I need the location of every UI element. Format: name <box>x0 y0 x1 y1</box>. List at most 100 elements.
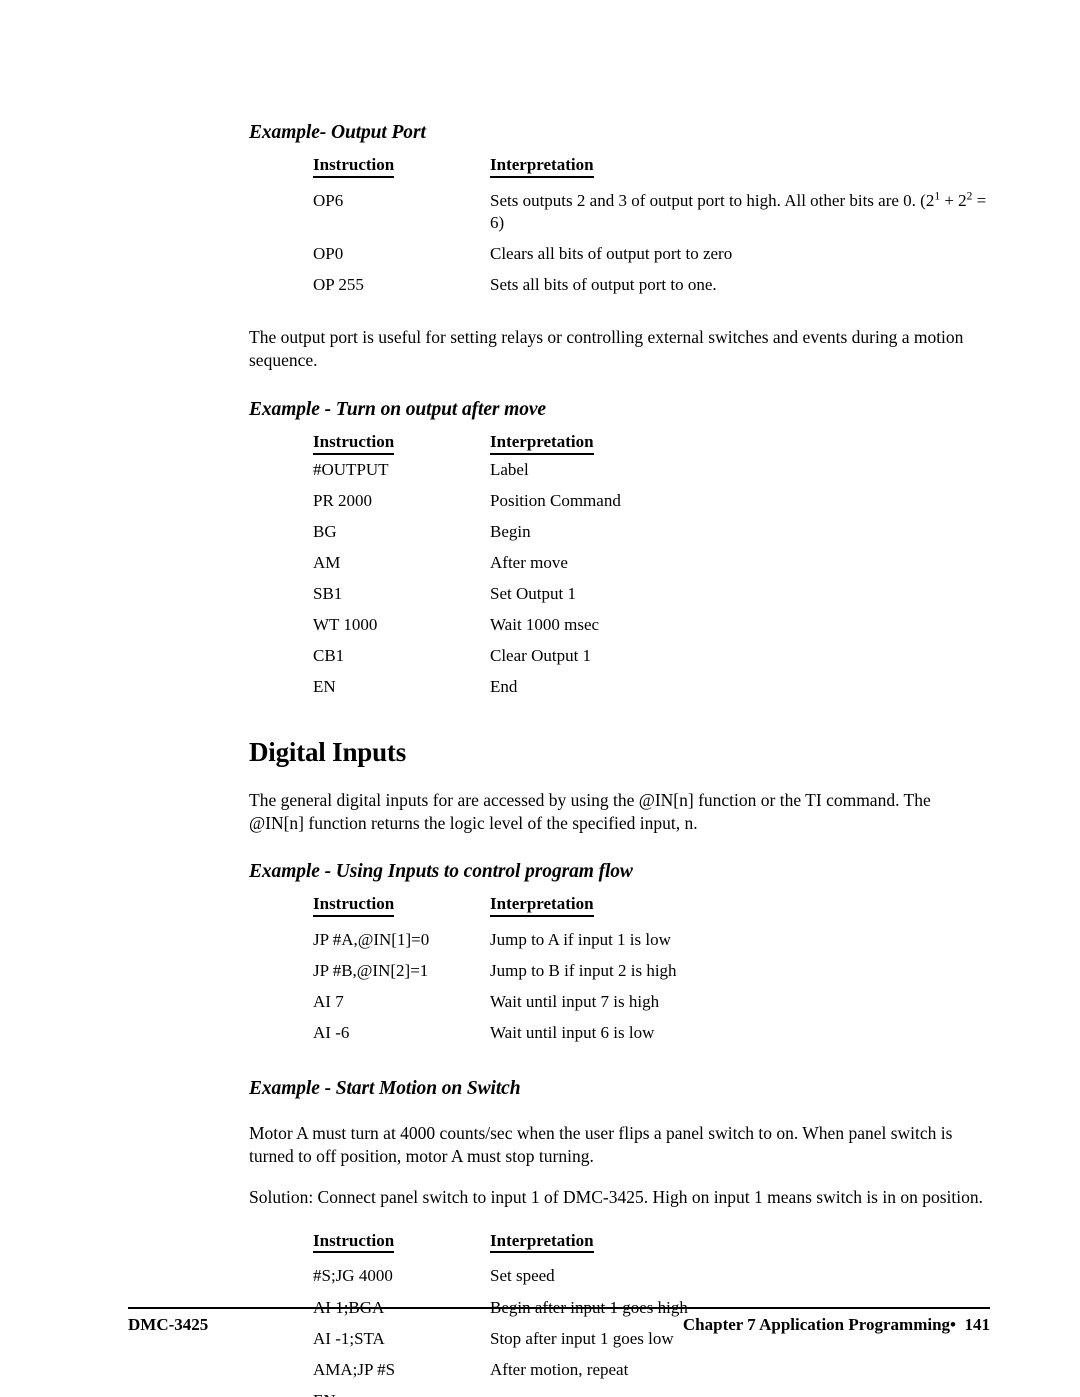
paragraph-digital-inputs: The general digital inputs for are acces… <box>249 789 931 833</box>
cell-interpretation: Jump to A if input 1 is low <box>490 929 671 949</box>
cell-interpretation: Position Command <box>490 490 621 510</box>
top-spacer <box>249 0 989 12</box>
cell-instruction: OP 255 <box>313 275 364 295</box>
table-row: CB1 Clear Output 1 <box>313 636 989 667</box>
table-row: #OUTPUT Label <box>313 458 989 481</box>
table-header-row: Instruction Interpretation <box>313 155 989 181</box>
footer-divider <box>128 1307 990 1309</box>
table-row: AI 7 Wait until input 7 is high <box>313 982 989 1013</box>
interp-mid: + 2 <box>940 190 967 210</box>
table-row: OP6 Sets outputs 2 and 3 of output port … <box>313 181 989 234</box>
paragraph-output-port-usage: The output port is useful for setting re… <box>249 327 964 371</box>
table-row: AM After move <box>313 543 989 574</box>
cell-instruction: #OUTPUT <box>313 459 389 479</box>
cell-interpretation <box>490 1381 989 1397</box>
cell-interpretation: After motion, repeat <box>490 1359 629 1379</box>
column-header-interpretation: Interpretation <box>490 1231 989 1257</box>
cell-interpretation: Set speed <box>490 1266 555 1286</box>
page-footer: DMC-3425 Chapter 7 Application Programmi… <box>128 1315 990 1335</box>
cell-instruction: AI 7 <box>313 991 344 1011</box>
cell-instruction: EN <box>313 677 336 697</box>
column-header-instruction: Instruction <box>313 432 490 458</box>
heading-example-start-motion: Example - Start Motion on Switch <box>249 1078 521 1100</box>
cell-interpretation: Wait until input 7 is high <box>490 991 660 1011</box>
column-header-interpretation: Interpretation <box>490 155 989 181</box>
table-header-row: Instruction Interpretation <box>313 432 989 458</box>
cell-interpretation: Begin <box>490 521 531 541</box>
paragraph-start-motion-solution: Solution: Connect panel switch to input … <box>249 1186 984 1207</box>
table-row: PR 2000 Position Command <box>313 481 989 512</box>
cell-interpretation: End <box>490 677 518 697</box>
footer-chapter-and-page: Chapter 7 Application Programming• 141 <box>682 1315 990 1334</box>
heading-example-using-inputs: Example - Using Inputs to control progra… <box>249 860 633 882</box>
cell-interpretation: After move <box>490 552 568 572</box>
table-output-port: Instruction Interpretation OP6 Sets outp… <box>313 155 989 296</box>
table-row: EN; <box>313 1381 989 1397</box>
table-row: OP 255 Sets all bits of output port to o… <box>313 265 989 296</box>
cell-instruction: SB1 <box>313 583 343 603</box>
cell-instruction: WT 1000 <box>313 615 378 634</box>
column-header-instruction: Instruction <box>313 894 490 920</box>
cell-instruction: OP6 <box>313 190 344 210</box>
paragraph-start-motion-requirement: Motor A must turn at 4000 counts/sec whe… <box>249 1122 953 1166</box>
table-row: EN End <box>313 667 989 698</box>
table-row: JP #A,@IN[1]=0 Jump to A if input 1 is l… <box>313 920 989 951</box>
page-content: Example- Output Port Instruction Interpr… <box>249 0 989 1397</box>
column-header-interpretation: Interpretation <box>490 432 989 458</box>
cell-instruction: CB1 <box>313 646 345 666</box>
cell-instruction: EN; <box>313 1381 490 1397</box>
cell-instruction: BG <box>313 521 337 541</box>
cell-instruction: AM <box>313 552 341 572</box>
cell-interpretation: Sets all bits of output port to one. <box>490 275 717 295</box>
table-row: WT 1000 Wait 1000 msec <box>313 605 989 636</box>
table-row: SB1 Set Output 1 <box>313 574 989 605</box>
cell-interpretation: Set Output 1 <box>490 583 576 603</box>
table-row: AI 1;BGA Begin after input 1 goes high <box>313 1288 989 1319</box>
table-header-row: Instruction Interpretation <box>313 1231 989 1257</box>
table-header-row: Instruction Interpretation <box>313 894 989 920</box>
cell-interpretation: Label <box>490 459 529 479</box>
cell-instruction: PR 2000 <box>313 490 373 510</box>
column-header-interpretation: Interpretation <box>490 894 989 920</box>
table-using-inputs: Instruction Interpretation JP #A,@IN[1]=… <box>313 894 989 1044</box>
cell-instruction: OP0 <box>313 244 344 264</box>
footer-product-name: DMC-3425 <box>128 1315 209 1334</box>
heading-digital-inputs: Digital Inputs <box>249 737 406 768</box>
heading-example-turn-on-output: Example - Turn on output after move <box>249 398 546 420</box>
table-row: BG Begin <box>313 512 989 543</box>
column-header-instruction: Instruction <box>313 155 490 181</box>
table-row: AMA;JP #S After motion, repeat <box>313 1350 989 1381</box>
cell-instruction: #S;JG 4000 <box>313 1266 393 1286</box>
cell-instruction: AI -6 <box>313 1023 350 1043</box>
cell-interpretation: Wait until input 6 is low <box>490 1023 655 1043</box>
cell-interpretation: Wait 1000 msec <box>490 615 600 634</box>
cell-instruction: JP #B,@IN[2]=1 <box>313 960 429 980</box>
cell-interpretation: Sets outputs 2 and 3 of output port to h… <box>490 181 989 234</box>
cell-interpretation: Clear Output 1 <box>490 646 592 666</box>
cell-interpretation: Jump to B if input 2 is high <box>490 960 677 980</box>
document-page: Example- Output Port Instruction Interpr… <box>0 0 1080 1397</box>
cell-interpretation: Clears all bits of output port to zero <box>490 244 733 264</box>
table-start-motion: Instruction Interpretation #S;JG 4000 Se… <box>313 1231 989 1397</box>
cell-instruction: AI 1;BGA <box>313 1297 385 1317</box>
table-row: AI -6 Wait until input 6 is low <box>313 1013 989 1044</box>
heading-example-output-port: Example- Output Port <box>249 122 426 143</box>
table-row: #S;JG 4000 Set speed <box>313 1256 989 1287</box>
cell-interpretation: Begin after input 1 goes high <box>490 1297 688 1317</box>
interp-pre: Sets outputs 2 and 3 of output port to h… <box>490 190 935 210</box>
table-row: JP #B,@IN[2]=1 Jump to B if input 2 is h… <box>313 951 989 982</box>
cell-instruction: JP #A,@IN[1]=0 <box>313 929 430 949</box>
table-row: OP0 Clears all bits of output port to ze… <box>313 234 989 265</box>
